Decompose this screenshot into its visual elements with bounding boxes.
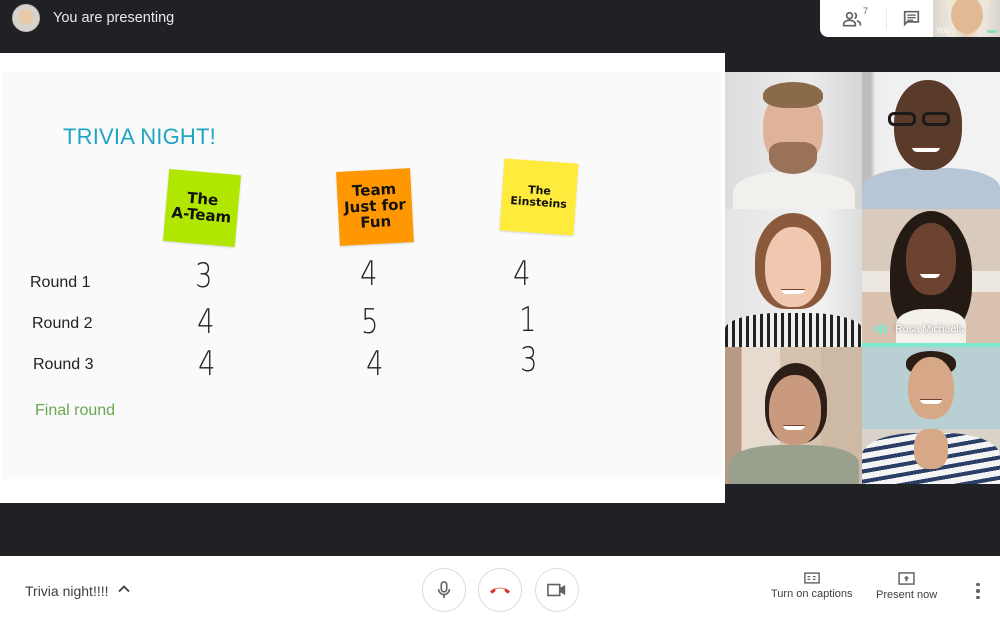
score-cell: 4 xyxy=(197,302,215,342)
score-cell: 1 xyxy=(519,300,537,340)
participant-tile[interactable] xyxy=(725,347,862,484)
captions-button[interactable]: Turn on captions xyxy=(771,572,853,600)
participant-tile[interactable] xyxy=(862,347,1000,484)
round-label: Round 3 xyxy=(33,356,94,373)
camera-button[interactable] xyxy=(535,568,579,612)
present-now-button[interactable]: Present now xyxy=(876,572,937,601)
team-sticky-note: The Einsteins xyxy=(499,158,579,236)
self-tile-label: You xyxy=(936,26,950,35)
top-bar: You are presenting 7 You xyxy=(0,0,1000,38)
more-vert-icon xyxy=(976,582,980,587)
top-right-panel: 7 You xyxy=(820,0,1000,37)
final-round-label: Final round xyxy=(35,402,116,419)
score-cell: 5 xyxy=(361,302,379,342)
slide-title: TRIVIA NIGHT! xyxy=(63,124,216,149)
score-cell: 3 xyxy=(520,340,538,380)
more-options-button[interactable] xyxy=(968,580,988,602)
participant-name-label: Rosa Michaels xyxy=(874,323,964,335)
score-cell: 3 xyxy=(195,256,213,296)
participant-tile[interactable] xyxy=(725,72,862,209)
team-sticky-note: The A-Team xyxy=(162,168,242,248)
audio-level-icon xyxy=(874,323,887,335)
participant-tile[interactable] xyxy=(862,72,1000,209)
self-audio-indicator xyxy=(987,30,997,33)
score-cell: 4 xyxy=(360,254,378,294)
score-cell: 4 xyxy=(366,344,384,384)
round-label: Round 1 xyxy=(30,274,91,291)
meeting-details-button[interactable]: Trivia night!!!! xyxy=(25,583,109,599)
score-cell: 4 xyxy=(513,254,531,294)
camera-icon xyxy=(547,583,566,597)
chevron-up-icon[interactable] xyxy=(117,582,131,596)
people-icon xyxy=(842,11,862,26)
participants-count: 7 xyxy=(863,6,869,16)
bottom-control-bar: Trivia night!!!! Turn on captions Presen… xyxy=(0,556,1000,625)
hang-up-icon xyxy=(489,587,511,594)
participants-button[interactable]: 7 xyxy=(828,0,876,37)
divider xyxy=(886,8,887,30)
participant-tile-active-speaker[interactable]: Rosa Michaels xyxy=(862,209,1000,347)
self-video-tile[interactable]: You xyxy=(933,0,1000,37)
chat-icon xyxy=(903,10,919,27)
round-label: Round 2 xyxy=(32,315,93,332)
participant-tile[interactable] xyxy=(725,209,862,347)
chat-button[interactable] xyxy=(888,0,934,37)
microphone-icon xyxy=(437,581,451,599)
score-cell: 4 xyxy=(198,344,216,384)
presenting-status: You are presenting xyxy=(53,10,175,26)
leave-call-button[interactable] xyxy=(478,568,522,612)
presenter-avatar xyxy=(12,4,40,32)
microphone-button[interactable] xyxy=(422,568,466,612)
present-screen-icon xyxy=(898,572,915,585)
team-sticky-note: Team Just for Fun xyxy=(336,168,414,246)
closed-captions-icon xyxy=(803,572,820,584)
